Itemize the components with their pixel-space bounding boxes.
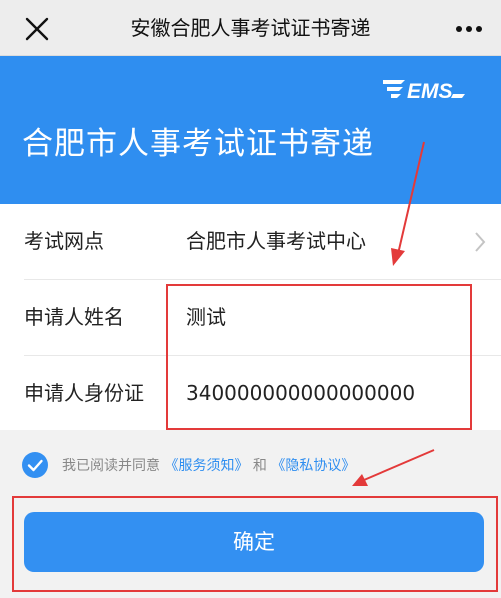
annotation-arrow — [363, 449, 435, 481]
exam-site-value: 合肥市人事考试中心 — [186, 229, 366, 253]
applicant-id-label: 申请人身份证 — [24, 381, 144, 405]
ems-logo-text: EMS — [407, 80, 453, 103]
annotation-highlight-inputs — [166, 284, 472, 430]
service-terms-link[interactable]: 《服务须知》 — [164, 458, 248, 474]
checkbox-checked-icon[interactable] — [22, 452, 48, 478]
more-dots-icon[interactable] — [453, 14, 485, 44]
header-banner: EMS 合肥市人事考试证书寄递 — [0, 56, 501, 204]
agreement-text: 我已阅读并同意 《服务须知》 和 《隐私协议》 — [62, 455, 355, 475]
privacy-policy-link[interactable]: 《隐私协议》 — [271, 458, 355, 474]
agreement-and: 和 — [252, 458, 267, 474]
banner-title: 合肥市人事考试证书寄递 — [22, 126, 374, 162]
page-title: 安徽合肥人事考试证书寄递 — [130, 16, 371, 40]
ems-logo: EMS — [383, 80, 465, 103]
chevron-right-icon — [475, 232, 486, 252]
exam-site-row[interactable]: 考试网点 合肥市人事考试中心 — [0, 204, 501, 279]
confirm-button[interactable]: 确定 — [24, 512, 484, 572]
annotation-arrowhead — [352, 474, 368, 486]
exam-site-label: 考试网点 — [24, 229, 104, 253]
agreement-prefix: 我已阅读并同意 — [62, 458, 160, 474]
title-bar: 安徽合肥人事考试证书寄递 — [0, 0, 501, 56]
applicant-name-label: 申请人姓名 — [24, 305, 124, 329]
